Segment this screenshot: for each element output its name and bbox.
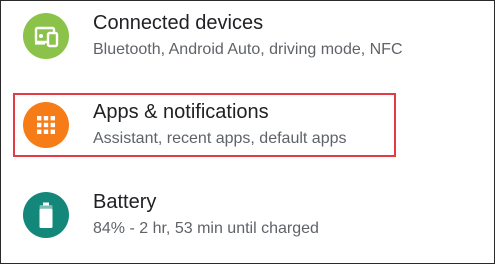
settings-item-title: Apps & notifications (93, 101, 269, 123)
battery-icon (23, 192, 69, 238)
settings-item-subtitle: Assistant, recent apps, default apps (93, 130, 347, 147)
settings-item-battery[interactable]: Battery 84% - 2 hr, 53 min until charged (1, 175, 494, 255)
settings-list: Connected devices Bluetooth, Android Aut… (0, 0, 495, 264)
settings-item-connected-devices[interactable]: Connected devices Bluetooth, Android Aut… (1, 1, 494, 76)
settings-item-subtitle: 84% - 2 hr, 53 min until charged (93, 220, 319, 237)
settings-item-apps-notifications[interactable]: Apps & notifications Assistant, recent a… (1, 85, 494, 165)
settings-item-subtitle: Bluetooth, Android Auto, driving mode, N… (93, 41, 403, 58)
settings-item-title: Battery (93, 191, 157, 213)
connected-devices-icon (23, 13, 69, 59)
apps-grid-icon (23, 102, 69, 148)
settings-item-title: Connected devices (93, 12, 264, 34)
